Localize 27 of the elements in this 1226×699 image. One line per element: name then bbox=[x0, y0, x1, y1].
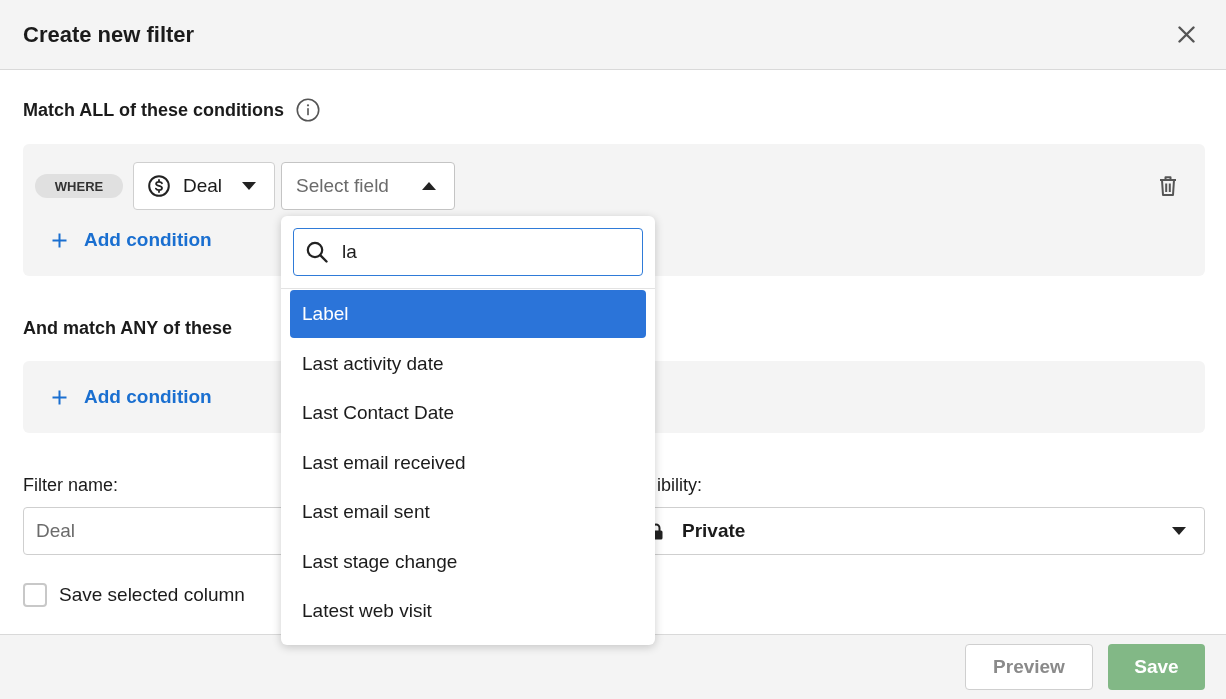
add-condition-button[interactable]: Add condition bbox=[40, 379, 224, 415]
section-heading: Match ALL of these conditions bbox=[23, 99, 284, 121]
dollar-circle-icon bbox=[148, 175, 170, 197]
field-label: ibility: bbox=[657, 474, 702, 496]
caret-down-icon bbox=[242, 182, 256, 190]
dialog-title: Create new filter bbox=[23, 21, 196, 48]
checkbox-label: Save selected column bbox=[59, 584, 245, 606]
field-select[interactable]: Select field bbox=[281, 162, 455, 210]
dropdown-option[interactable]: Label bbox=[290, 290, 646, 338]
add-condition-button[interactable]: Add condition bbox=[40, 222, 224, 258]
plus-icon bbox=[52, 389, 67, 405]
operator-badge: WHERE bbox=[35, 174, 123, 198]
caret-down-icon bbox=[1172, 527, 1186, 535]
dropdown-option[interactable]: Last Contact Date bbox=[290, 389, 646, 437]
info-icon[interactable] bbox=[296, 98, 320, 122]
plus-icon bbox=[52, 232, 67, 248]
search-icon bbox=[306, 241, 328, 263]
close-icon[interactable] bbox=[1178, 26, 1195, 43]
search-field[interactable]: la bbox=[293, 228, 643, 276]
trash-icon[interactable] bbox=[1159, 175, 1177, 197]
entity-select[interactable]: Deal bbox=[133, 162, 275, 210]
dropdown-option[interactable]: Last activity date bbox=[290, 339, 646, 388]
checkbox[interactable] bbox=[23, 583, 47, 607]
dropdown-option[interactable]: Latest web visit bbox=[290, 587, 646, 635]
section-heading: And match ANY of these bbox=[23, 317, 233, 339]
field-label: Filter name: bbox=[23, 474, 119, 496]
dropdown-option[interactable]: Last email received bbox=[290, 438, 646, 487]
